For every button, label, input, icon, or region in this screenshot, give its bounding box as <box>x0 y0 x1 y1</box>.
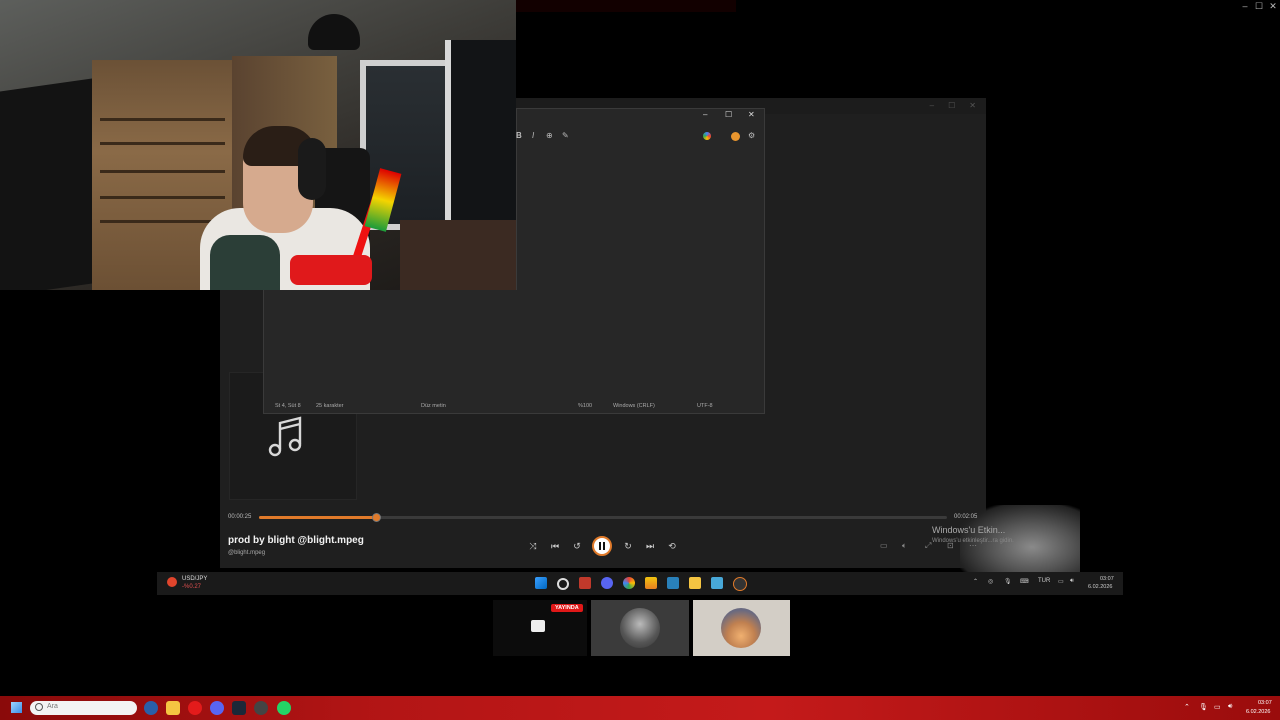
total-time: 00:02:05 <box>954 514 978 520</box>
avatar <box>620 608 660 648</box>
forward-icon[interactable]: ↻ <box>621 539 635 553</box>
opera-icon[interactable] <box>188 701 202 715</box>
music-note-icon <box>268 416 302 457</box>
ticker-symbol[interactable]: USD/JPY <box>182 576 207 582</box>
keyboard-icon[interactable]: ⌨ <box>1020 578 1029 585</box>
preview-user-1[interactable] <box>591 600 689 656</box>
photos-icon[interactable] <box>667 577 679 589</box>
start-icon[interactable] <box>535 577 547 589</box>
steam-icon[interactable] <box>232 701 246 715</box>
inner-taskbar <box>157 572 1123 595</box>
monitor-icon <box>531 620 545 632</box>
speaker-icon[interactable]: 🔊︎ <box>1070 578 1074 585</box>
italic-icon[interactable]: I <box>532 131 534 140</box>
miniplayer-icon[interactable]: ▭ <box>880 541 888 550</box>
search-placeholder: Ara <box>47 703 58 710</box>
notepad-minimize-button[interactable]: – <box>703 110 707 119</box>
search-icon <box>35 703 43 711</box>
song-title: prod by blight @blight.mpeg <box>228 535 364 546</box>
media-player-icon[interactable] <box>733 577 747 591</box>
player-maximize-icon[interactable]: ☐ <box>948 101 955 110</box>
app-icon[interactable] <box>645 577 657 589</box>
player-close-icon[interactable]: ✕ <box>969 101 976 110</box>
ticker-change: -%0.27 <box>182 584 202 590</box>
character-count: 25 karakter <box>316 403 344 409</box>
inner-clock-time[interactable]: 03:07 <box>1100 576 1114 582</box>
window-controls: – ☐ ✕ <box>1238 0 1280 12</box>
encoding[interactable]: UTF-8 <box>697 403 713 409</box>
volume-icon[interactable]: 🔈︎ <box>902 541 907 551</box>
bottom-speaker-icon[interactable]: 🔊︎ <box>1228 703 1232 711</box>
cursor-position: St 4, Süt 8 <box>275 403 301 409</box>
bottom-tray-chevron-icon[interactable]: ⌃ <box>1184 703 1190 711</box>
preview-user-2[interactable] <box>693 600 790 656</box>
microphone-icon[interactable]: 🎙︎ <box>1004 578 1012 585</box>
network-icon[interactable]: ▭ <box>1058 578 1064 585</box>
copilot-icon[interactable] <box>703 132 711 140</box>
settings-icon[interactable] <box>144 701 158 715</box>
maximize-button[interactable]: ☐ <box>1252 0 1266 12</box>
rewind-icon[interactable]: ↺ <box>570 539 584 553</box>
bottom-mic-icon[interactable]: 🎙︎ <box>1199 703 1208 711</box>
clear-format-icon[interactable]: ✎ <box>562 131 569 140</box>
activation-subtitle: Windows'u etkinleştir...ra gidin. <box>932 538 1014 544</box>
next-icon[interactable]: ⏭ <box>643 539 657 553</box>
zoom-level[interactable]: %100 <box>578 403 592 409</box>
news-app-icon[interactable] <box>579 577 591 589</box>
file-explorer-icon[interactable] <box>166 701 180 715</box>
text-format: Düz metin <box>421 403 446 409</box>
clock-time[interactable]: 03:07 <box>1258 700 1272 706</box>
bold-icon[interactable]: B <box>516 131 522 140</box>
player-minimize-icon[interactable]: – <box>930 101 934 110</box>
windows-start-icon[interactable] <box>11 702 22 713</box>
notepad-icon[interactable] <box>711 577 723 589</box>
bottom-network-icon[interactable]: ▭ <box>1214 703 1221 711</box>
fullscreen-icon[interactable]: ⤢ <box>925 541 931 551</box>
finance-widget-icon[interactable] <box>167 577 177 587</box>
obs-icon[interactable] <box>254 701 268 715</box>
account-avatar-icon[interactable] <box>731 132 740 141</box>
webcam-feed <box>0 0 516 290</box>
tray-app-icon[interactable]: ◎ <box>988 578 993 585</box>
titlebar-strip <box>516 0 736 12</box>
previous-icon[interactable]: ⏮ <box>548 539 562 553</box>
live-badge: YAYINDA <box>551 604 583 612</box>
search-icon[interactable] <box>557 578 569 590</box>
notepad-maximize-button[interactable]: ☐ <box>725 110 732 119</box>
notepad-editor[interactable] <box>263 290 765 414</box>
language-indicator[interactable]: TUR <box>1038 578 1050 584</box>
pause-button[interactable] <box>592 536 612 556</box>
discord-icon[interactable] <box>601 577 613 589</box>
link-icon[interactable]: ⊕ <box>546 131 553 140</box>
clock-date[interactable]: 6.02.2026 <box>1246 709 1270 715</box>
line-ending[interactable]: Windows (CRLF) <box>613 403 655 409</box>
avatar <box>721 608 761 648</box>
activation-title: Windows'u Etkin... <box>932 525 1006 535</box>
seek-handle[interactable] <box>371 513 381 522</box>
elapsed-time: 00:00:25 <box>228 514 252 520</box>
tray-chevron-icon[interactable]: ⌃ <box>973 578 978 585</box>
song-artist: @blight.mpeg <box>228 550 266 556</box>
seek-bar-fill <box>259 516 376 519</box>
minimize-button[interactable]: – <box>1238 0 1252 12</box>
settings-gear-icon[interactable]: ⚙ <box>748 131 755 140</box>
chrome-icon[interactable] <box>623 577 635 589</box>
inner-clock-date[interactable]: 6.02.2026 <box>1088 584 1112 590</box>
shuffle-icon[interactable]: ⤨ <box>526 539 540 553</box>
discord-icon[interactable] <box>210 701 224 715</box>
whatsapp-icon[interactable] <box>277 701 291 715</box>
repeat-off-icon[interactable]: ⟲ <box>665 539 679 553</box>
folder-icon[interactable] <box>689 577 701 589</box>
close-button[interactable]: ✕ <box>1266 0 1280 12</box>
notepad-close-button[interactable]: ✕ <box>748 110 755 119</box>
